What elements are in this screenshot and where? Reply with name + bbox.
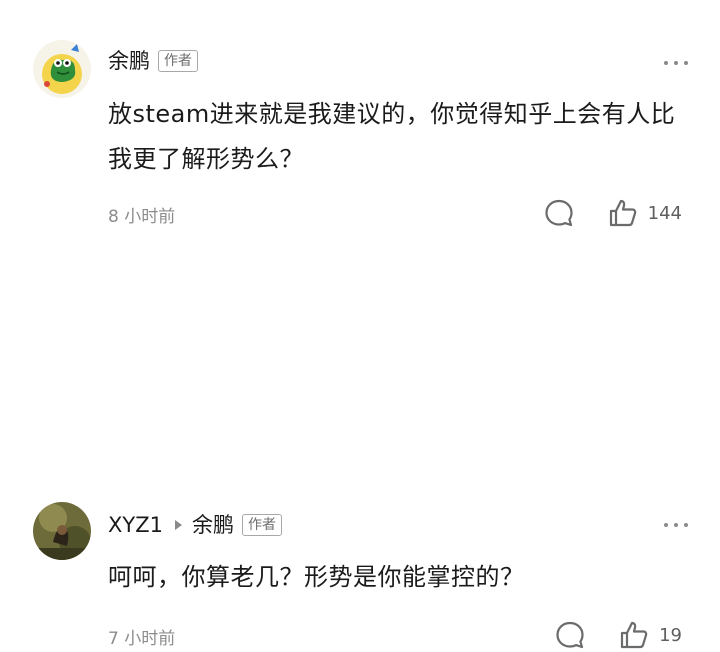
author-badge: 作者 (158, 50, 198, 72)
like-count: 144 (647, 202, 682, 224)
comment-actions: 144 (542, 196, 682, 230)
comment-bubble-icon[interactable] (553, 618, 587, 652)
author-row: 余鹏 作者 (108, 48, 198, 74)
comment-text: 呵呵，你算老几？形势是你能掌控的？ (108, 563, 525, 591)
author-name[interactable]: XYZ1 (108, 512, 163, 538)
like-count: 19 (659, 624, 682, 646)
author-row: XYZ1 余鹏 作者 (108, 512, 282, 538)
avatar[interactable] (33, 40, 91, 98)
author-badge: 作者 (241, 514, 282, 536)
comment-item: 余鹏 作者 放steam进来就是我建议的，你觉得知乎上会有人比我更了解形势么？ … (0, 0, 720, 246)
comment-time: 8 小时前 (108, 207, 176, 227)
comment-actions: 19 (553, 618, 682, 652)
comment-bubble-icon[interactable] (542, 196, 576, 230)
comment-item: XYZ1 余鹏 作者 呵呵，你算老几？形势是你能掌控的？ 7 小时前 19 (0, 246, 720, 649)
more-dots-icon[interactable] (664, 520, 688, 530)
comment-time: 7 小时前 (108, 629, 176, 649)
comment-text: 放steam进来就是我建议的，你觉得知乎上会有人比我更了解形势么？ (108, 100, 676, 173)
photo-avatar-icon (33, 502, 91, 560)
reply-to-name[interactable]: 余鹏 (192, 512, 234, 538)
thumbs-up-icon[interactable] (617, 618, 651, 652)
reply-arrow-icon (174, 520, 182, 530)
author-name[interactable]: 余鹏 (108, 48, 150, 74)
more-dots-icon[interactable] (664, 58, 688, 68)
thumbs-up-icon[interactable] (606, 196, 640, 230)
avatar[interactable] (33, 502, 91, 560)
frog-avatar-icon (33, 40, 91, 98)
